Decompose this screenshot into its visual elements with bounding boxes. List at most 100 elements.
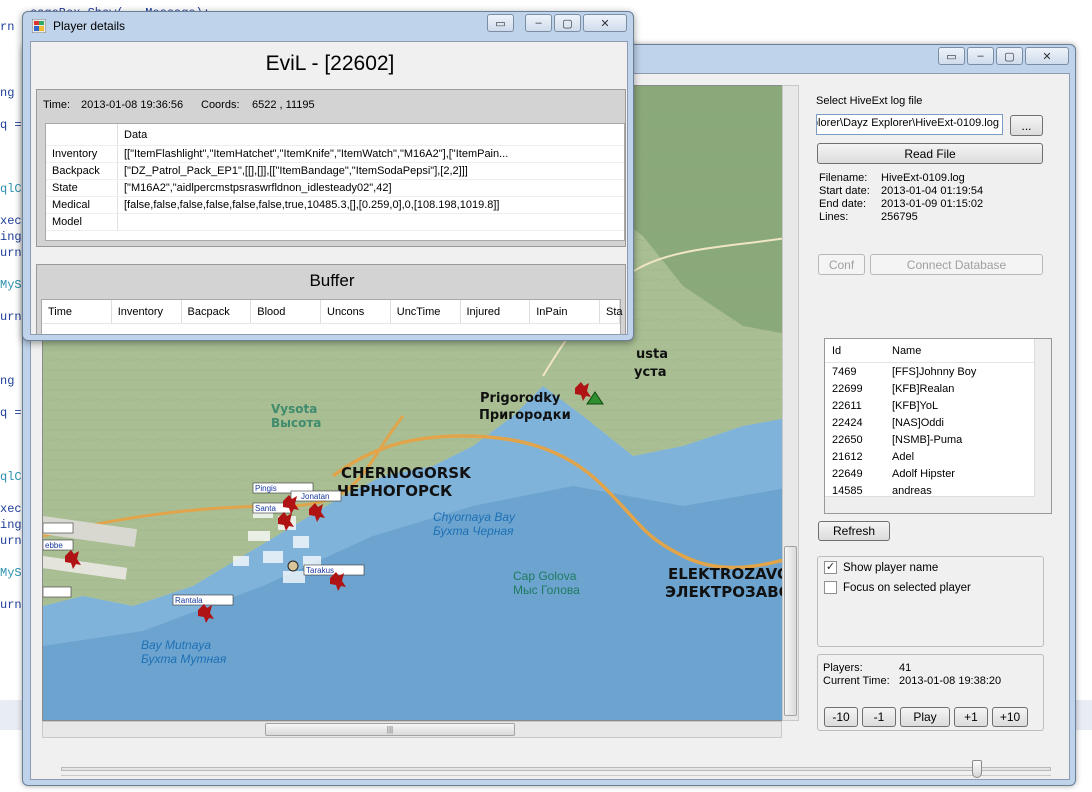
coords-label: Coords:: [201, 99, 240, 111]
scroll-thumb[interactable]: |||: [265, 723, 515, 736]
column-header[interactable]: Sta: [600, 300, 623, 324]
map-label-vysota-cyr: Высота: [271, 416, 321, 430]
list-item[interactable]: 22699 [KFB]Realan: [825, 380, 1051, 397]
connect-database-button[interactable]: Connect Database: [870, 254, 1043, 275]
column-header-name[interactable]: Name: [885, 345, 1035, 357]
log-path-input[interactable]: C:\Users\Explorer\Dayz Explorer\HiveExt-…: [816, 114, 1003, 135]
list-item[interactable]: 22611 [KFB]YoL: [825, 397, 1051, 414]
coords-value: 6522 , 11195: [252, 99, 315, 111]
column-header[interactable]: Bacpack: [181, 300, 252, 324]
row-key: Backpack: [46, 163, 118, 179]
table-row[interactable]: State ["M16A2","aidlpercmstpsraswrfldnon_…: [46, 180, 624, 197]
list-item[interactable]: 7469 [FFS]Johnny Boy: [825, 363, 1051, 380]
table-row[interactable]: Inventory [["ItemFlashlight","ItemHatchet…: [46, 146, 624, 163]
player-id: 22699: [832, 382, 863, 395]
slider-handle[interactable]: [972, 760, 982, 778]
map-label-prigorodky-cyr: Пригородки: [479, 408, 571, 423]
lines-key: Lines:: [819, 211, 849, 223]
step-back-1-button[interactable]: -1: [862, 707, 896, 727]
maximize-button[interactable]: ▢: [996, 47, 1023, 65]
table-row[interactable]: Medical [false,false,false,false,false,fa…: [46, 197, 624, 214]
play-button[interactable]: Play: [900, 707, 950, 727]
player-data-grid[interactable]: Data Inventory [["ItemFlashlight","ItemHa…: [45, 123, 625, 241]
restore-icon[interactable]: ▭: [938, 47, 965, 65]
map-vertical-scrollbar[interactable]: [782, 85, 799, 721]
close-button[interactable]: ✕: [1025, 47, 1069, 65]
map-label-chyornaya: Chyornaya Bay: [433, 510, 516, 524]
players-count-value: 41: [899, 662, 912, 674]
column-header[interactable]: Inventory: [111, 300, 182, 324]
map-horizontal-scrollbar[interactable]: |||: [42, 721, 782, 738]
table-row[interactable]: Model: [46, 214, 624, 231]
list-item[interactable]: 22650 [NSMB]-Puma: [825, 431, 1051, 448]
player-tag: ebbe: [45, 541, 63, 550]
refresh-button[interactable]: Refresh: [818, 521, 890, 541]
minimize-button[interactable]: –: [525, 14, 552, 32]
column-header[interactable]: Blood: [251, 300, 321, 324]
row-key: Inventory: [46, 146, 118, 162]
maximize-button[interactable]: ▢: [554, 14, 581, 32]
map-label-chyornaya-cyr: Бухта Черная: [433, 524, 514, 538]
start-date-value: 2013-01-04 01:19:54: [881, 185, 984, 197]
checkbox-box[interactable]: ✓: [824, 561, 837, 574]
checkbox-label: Show player name: [843, 561, 939, 574]
browse-button[interactable]: ...: [1010, 115, 1043, 136]
row-key: Model: [46, 214, 118, 230]
map-label-usta: usta: [636, 347, 668, 362]
code-line: ng: [0, 374, 15, 388]
conf-button[interactable]: Conf: [818, 254, 865, 275]
filename-value: HiveExt-0109.log: [881, 172, 965, 184]
list-item[interactable]: 21612 Adel: [825, 448, 1051, 465]
code-line: urn: [0, 310, 22, 324]
restore-icon[interactable]: ▭: [487, 14, 514, 32]
code-line: q =: [0, 406, 22, 420]
column-header[interactable]: Injured: [460, 300, 531, 324]
row-key: State: [46, 180, 118, 196]
buffer-grid[interactable]: Time Inventory Bacpack Blood Uncons UncT…: [41, 299, 623, 334]
column-header[interactable]: InPain: [530, 300, 600, 324]
column-header-id[interactable]: Id: [825, 345, 885, 357]
code-line: xec: [0, 214, 22, 228]
buffer-title: Buffer: [309, 271, 355, 290]
end-date-key: End date:: [819, 198, 867, 210]
show-player-name-checkbox[interactable]: ✓ Show player name: [824, 561, 938, 574]
map-label-mutnaya: Bay Mutnaya: [141, 638, 211, 652]
column-header[interactable]: UncTime: [390, 300, 461, 324]
step-back-10-button[interactable]: -10: [824, 707, 858, 727]
map-label-vysota: Vysota: [271, 402, 317, 416]
column-header-data[interactable]: Data: [118, 129, 518, 141]
player-name: [NSMB]-Puma: [892, 433, 963, 446]
player-name: andreas: [892, 484, 932, 497]
column-header[interactable]: Uncons: [321, 300, 391, 324]
filename-key: Filename:: [819, 172, 868, 184]
window-title: Player details: [53, 19, 126, 33]
player-name: [FFS]Johnny Boy: [892, 365, 977, 378]
focus-selected-checkbox[interactable]: Focus on selected player: [824, 581, 971, 594]
scroll-thumb[interactable]: [784, 546, 797, 716]
players-list[interactable]: Id Name 7469 [FFS]Johnny Boy 22699 [KFB]Re…: [824, 338, 1052, 514]
map-label-mutnaya-cyr: Бухта Мутная: [141, 652, 227, 666]
close-button[interactable]: ✕: [583, 14, 627, 32]
table-row[interactable]: Backpack ["DZ_Patrol_Pack_EP1",[[],[]],[[…: [46, 163, 624, 180]
timeline-slider[interactable]: [61, 758, 1051, 778]
players-list-header: Id Name: [825, 339, 1051, 363]
list-item[interactable]: 22424 [NAS]Oddi: [825, 414, 1051, 431]
list-item[interactable]: 22649 Adolf Hipster: [825, 465, 1051, 482]
grid-header-row: Data: [46, 124, 624, 146]
row-value: [["ItemFlashlight","ItemHatchet","ItemKn…: [124, 148, 509, 160]
players-list-vscroll[interactable]: [1034, 339, 1051, 513]
map-label-usta-cyr: ycтa: [634, 365, 667, 380]
row-value: [false,false,false,false,false,false,tru…: [124, 199, 500, 211]
players-list-hscroll[interactable]: [825, 496, 1035, 513]
step-forward-10-button[interactable]: +10: [992, 707, 1028, 727]
code-line: ing: [0, 230, 22, 244]
player-name: Adolf Hipster: [892, 467, 955, 480]
player-id: 21612: [832, 450, 863, 463]
player-id: 22649: [832, 467, 863, 480]
column-header[interactable]: Time: [42, 300, 112, 324]
minimize-button[interactable]: –: [967, 47, 994, 65]
read-file-button[interactable]: Read File: [817, 143, 1043, 164]
checkbox-box[interactable]: [824, 581, 837, 594]
step-forward-1-button[interactable]: +1: [954, 707, 988, 727]
row-key: Medical: [46, 197, 118, 213]
